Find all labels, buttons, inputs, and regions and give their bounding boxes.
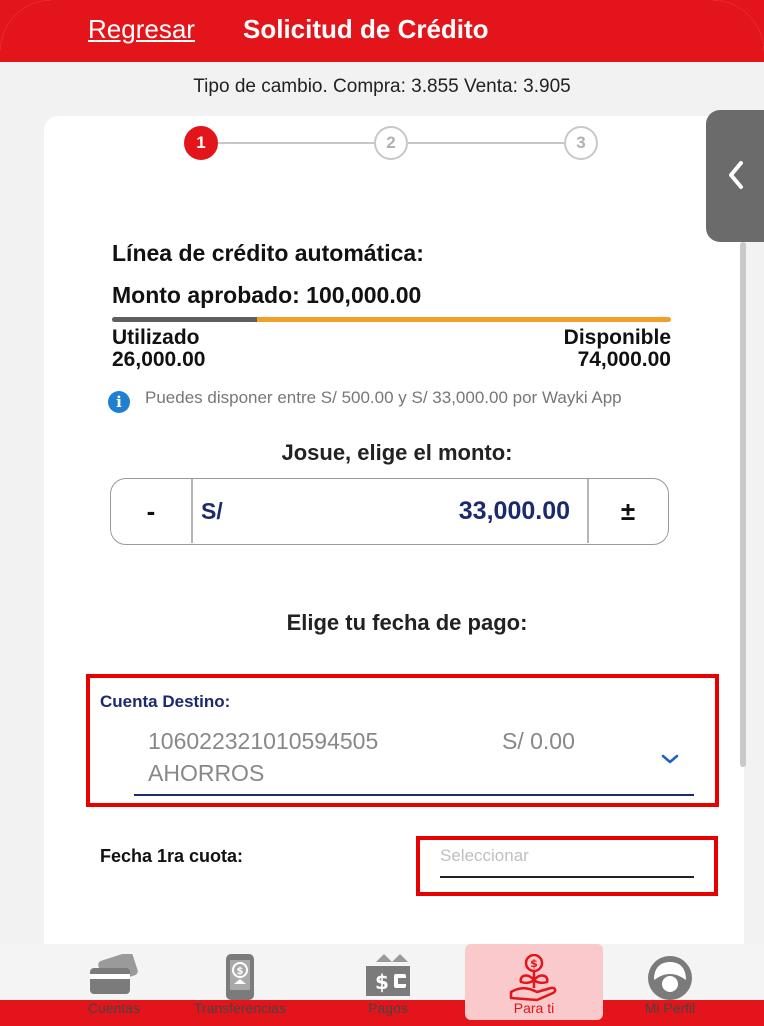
back-link[interactable]: Regresar (88, 14, 195, 45)
credit-line-title: Línea de crédito automática: (112, 240, 424, 266)
destination-underline (134, 794, 694, 796)
first-installment-label: Fecha 1ra cuota: (100, 846, 244, 866)
nav-pagos[interactable]: $ Pagos (338, 944, 438, 1020)
highlight-date (416, 836, 718, 896)
approved-amount: Monto aprobado: 100,000.00 (112, 282, 422, 308)
cards-icon (90, 954, 138, 994)
date-underline (440, 876, 694, 878)
amount-prompt: Josue, elige el monto: (281, 440, 513, 465)
nav-transferencias[interactable]: $ Transferencias (172, 944, 308, 1020)
nav-mi-perfil[interactable]: Mi Perfil (616, 944, 724, 1020)
nav-label: Pagos (368, 1000, 408, 1016)
payment-date-title: Elige tu fecha de pago: (286, 610, 528, 635)
first-installment-date-input[interactable]: Seleccionar (440, 846, 529, 866)
step-1: 1 (184, 126, 218, 160)
nav-para-ti[interactable]: $ Para ti (465, 944, 603, 1020)
destination-balance: S/ 0.00 (502, 728, 575, 754)
payments-icon: $ (366, 954, 410, 996)
currency-symbol: S/ (201, 498, 223, 524)
nav-label: Para ti (513, 1000, 555, 1016)
increase-amount-button[interactable]: ± (588, 479, 668, 543)
exchange-rate: Tipo de cambio. Compra: 3.855 Venta: 3.9… (193, 76, 571, 97)
svg-text:$: $ (237, 966, 244, 977)
step-3: 3 (564, 126, 598, 160)
amount-input[interactable]: 33,000.00 (459, 479, 570, 543)
profile-icon (648, 956, 692, 1000)
divider (191, 479, 193, 543)
credit-used-fill (112, 317, 258, 322)
destination-label: Cuenta Destino: (100, 692, 231, 711)
credit-usage-bar (112, 317, 671, 322)
used-value: 26,000.00 (112, 348, 206, 371)
info-icon: i (108, 391, 130, 413)
nav-cuentas[interactable]: Cuentas (64, 944, 164, 1020)
chevron-left-icon (729, 161, 743, 189)
svg-text:$: $ (375, 970, 389, 994)
nav-label: Mi Perfil (644, 1000, 696, 1016)
used-label: Utilizado (112, 326, 200, 349)
phone-transfer-icon: $ (226, 954, 254, 1000)
stepper-line (218, 142, 374, 144)
destination-account-number: 106022321010594505 (148, 728, 379, 754)
plant-money-icon: $ (509, 954, 557, 1002)
stepper-line (408, 142, 564, 144)
scrollbar[interactable] (740, 242, 746, 767)
nav-label: Transferencias (193, 1000, 287, 1016)
available-value: 74,000.00 (577, 348, 671, 371)
chevron-down-icon[interactable] (660, 752, 680, 766)
nav-label: Cuentas (87, 1000, 141, 1016)
svg-text:$: $ (530, 957, 538, 970)
app-panel: Regresar Solicitud de Crédito Tipo de ca… (0, 0, 764, 1026)
page-title: Solicitud de Crédito (243, 14, 489, 44)
info-text: Puedes disponer entre S/ 500.00 y S/ 33,… (145, 388, 622, 407)
available-label: Disponible (563, 326, 671, 349)
destination-account-type: AHORROS (148, 760, 265, 786)
decrease-amount-button[interactable]: - (111, 479, 191, 543)
amount-stepper: - S/ 33,000.00 ± (110, 478, 669, 545)
step-2: 2 (374, 126, 408, 160)
side-panel-toggle[interactable] (706, 110, 764, 242)
